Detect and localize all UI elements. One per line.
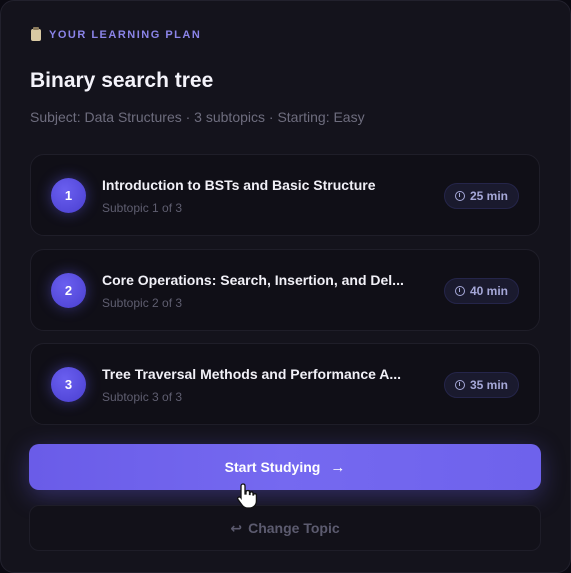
hand-cursor-icon (237, 483, 258, 509)
subtopic-subtitle: Subtopic 2 of 3 (102, 296, 183, 310)
eyebrow-label: YOUR LEARNING PLAN (49, 29, 202, 41)
change-topic-button[interactable]: ↩ Change Topic (29, 505, 541, 551)
plan-meta: Subject: Data Structures · 3 subtopics ·… (30, 109, 365, 125)
subtopic-number-badge: 1 (51, 178, 86, 213)
plan-title: Binary search tree (30, 69, 214, 92)
change-topic-label: Change Topic (248, 520, 340, 536)
subtopic-subtitle: Subtopic 1 of 3 (102, 201, 183, 215)
subtopic-card-1[interactable]: 1 Introduction to BSTs and Basic Structu… (30, 154, 540, 236)
subtopic-title: Core Operations: Search, Insertion, and … (102, 272, 404, 288)
duration-badge: 25 min (443, 183, 519, 209)
timer-icon (454, 380, 465, 390)
duration-badge: 35 min (443, 372, 519, 398)
learning-plan-panel: YOUR LEARNING PLAN Binary search tree Su… (0, 0, 571, 573)
start-studying-label: Start Studying (224, 459, 321, 475)
clipboard-icon (31, 27, 41, 41)
subtopic-card-2[interactable]: 2 Core Operations: Search, Insertion, an… (30, 249, 540, 331)
timer-icon (454, 191, 465, 201)
subtopic-title: Tree Traversal Methods and Performance A… (102, 366, 402, 382)
duration-label: 40 min (469, 284, 508, 298)
subtopic-card-3[interactable]: 3 Tree Traversal Methods and Performance… (30, 343, 540, 425)
timer-icon (454, 286, 465, 296)
subtopic-subtitle: Subtopic 3 of 3 (102, 390, 183, 404)
duration-label: 35 min (469, 378, 508, 392)
subtopic-number-badge: 3 (51, 367, 86, 402)
duration-label: 25 min (469, 189, 508, 203)
subtopic-number-badge: 2 (51, 273, 86, 308)
start-studying-button[interactable]: Start Studying → (29, 444, 541, 490)
return-arrow-icon: ↩ (230, 519, 243, 536)
arrow-right-icon: → (330, 458, 346, 476)
subtopic-title: Introduction to BSTs and Basic Structure (102, 177, 376, 193)
section-eyebrow: YOUR LEARNING PLAN (31, 27, 202, 41)
duration-badge: 40 min (443, 278, 519, 304)
